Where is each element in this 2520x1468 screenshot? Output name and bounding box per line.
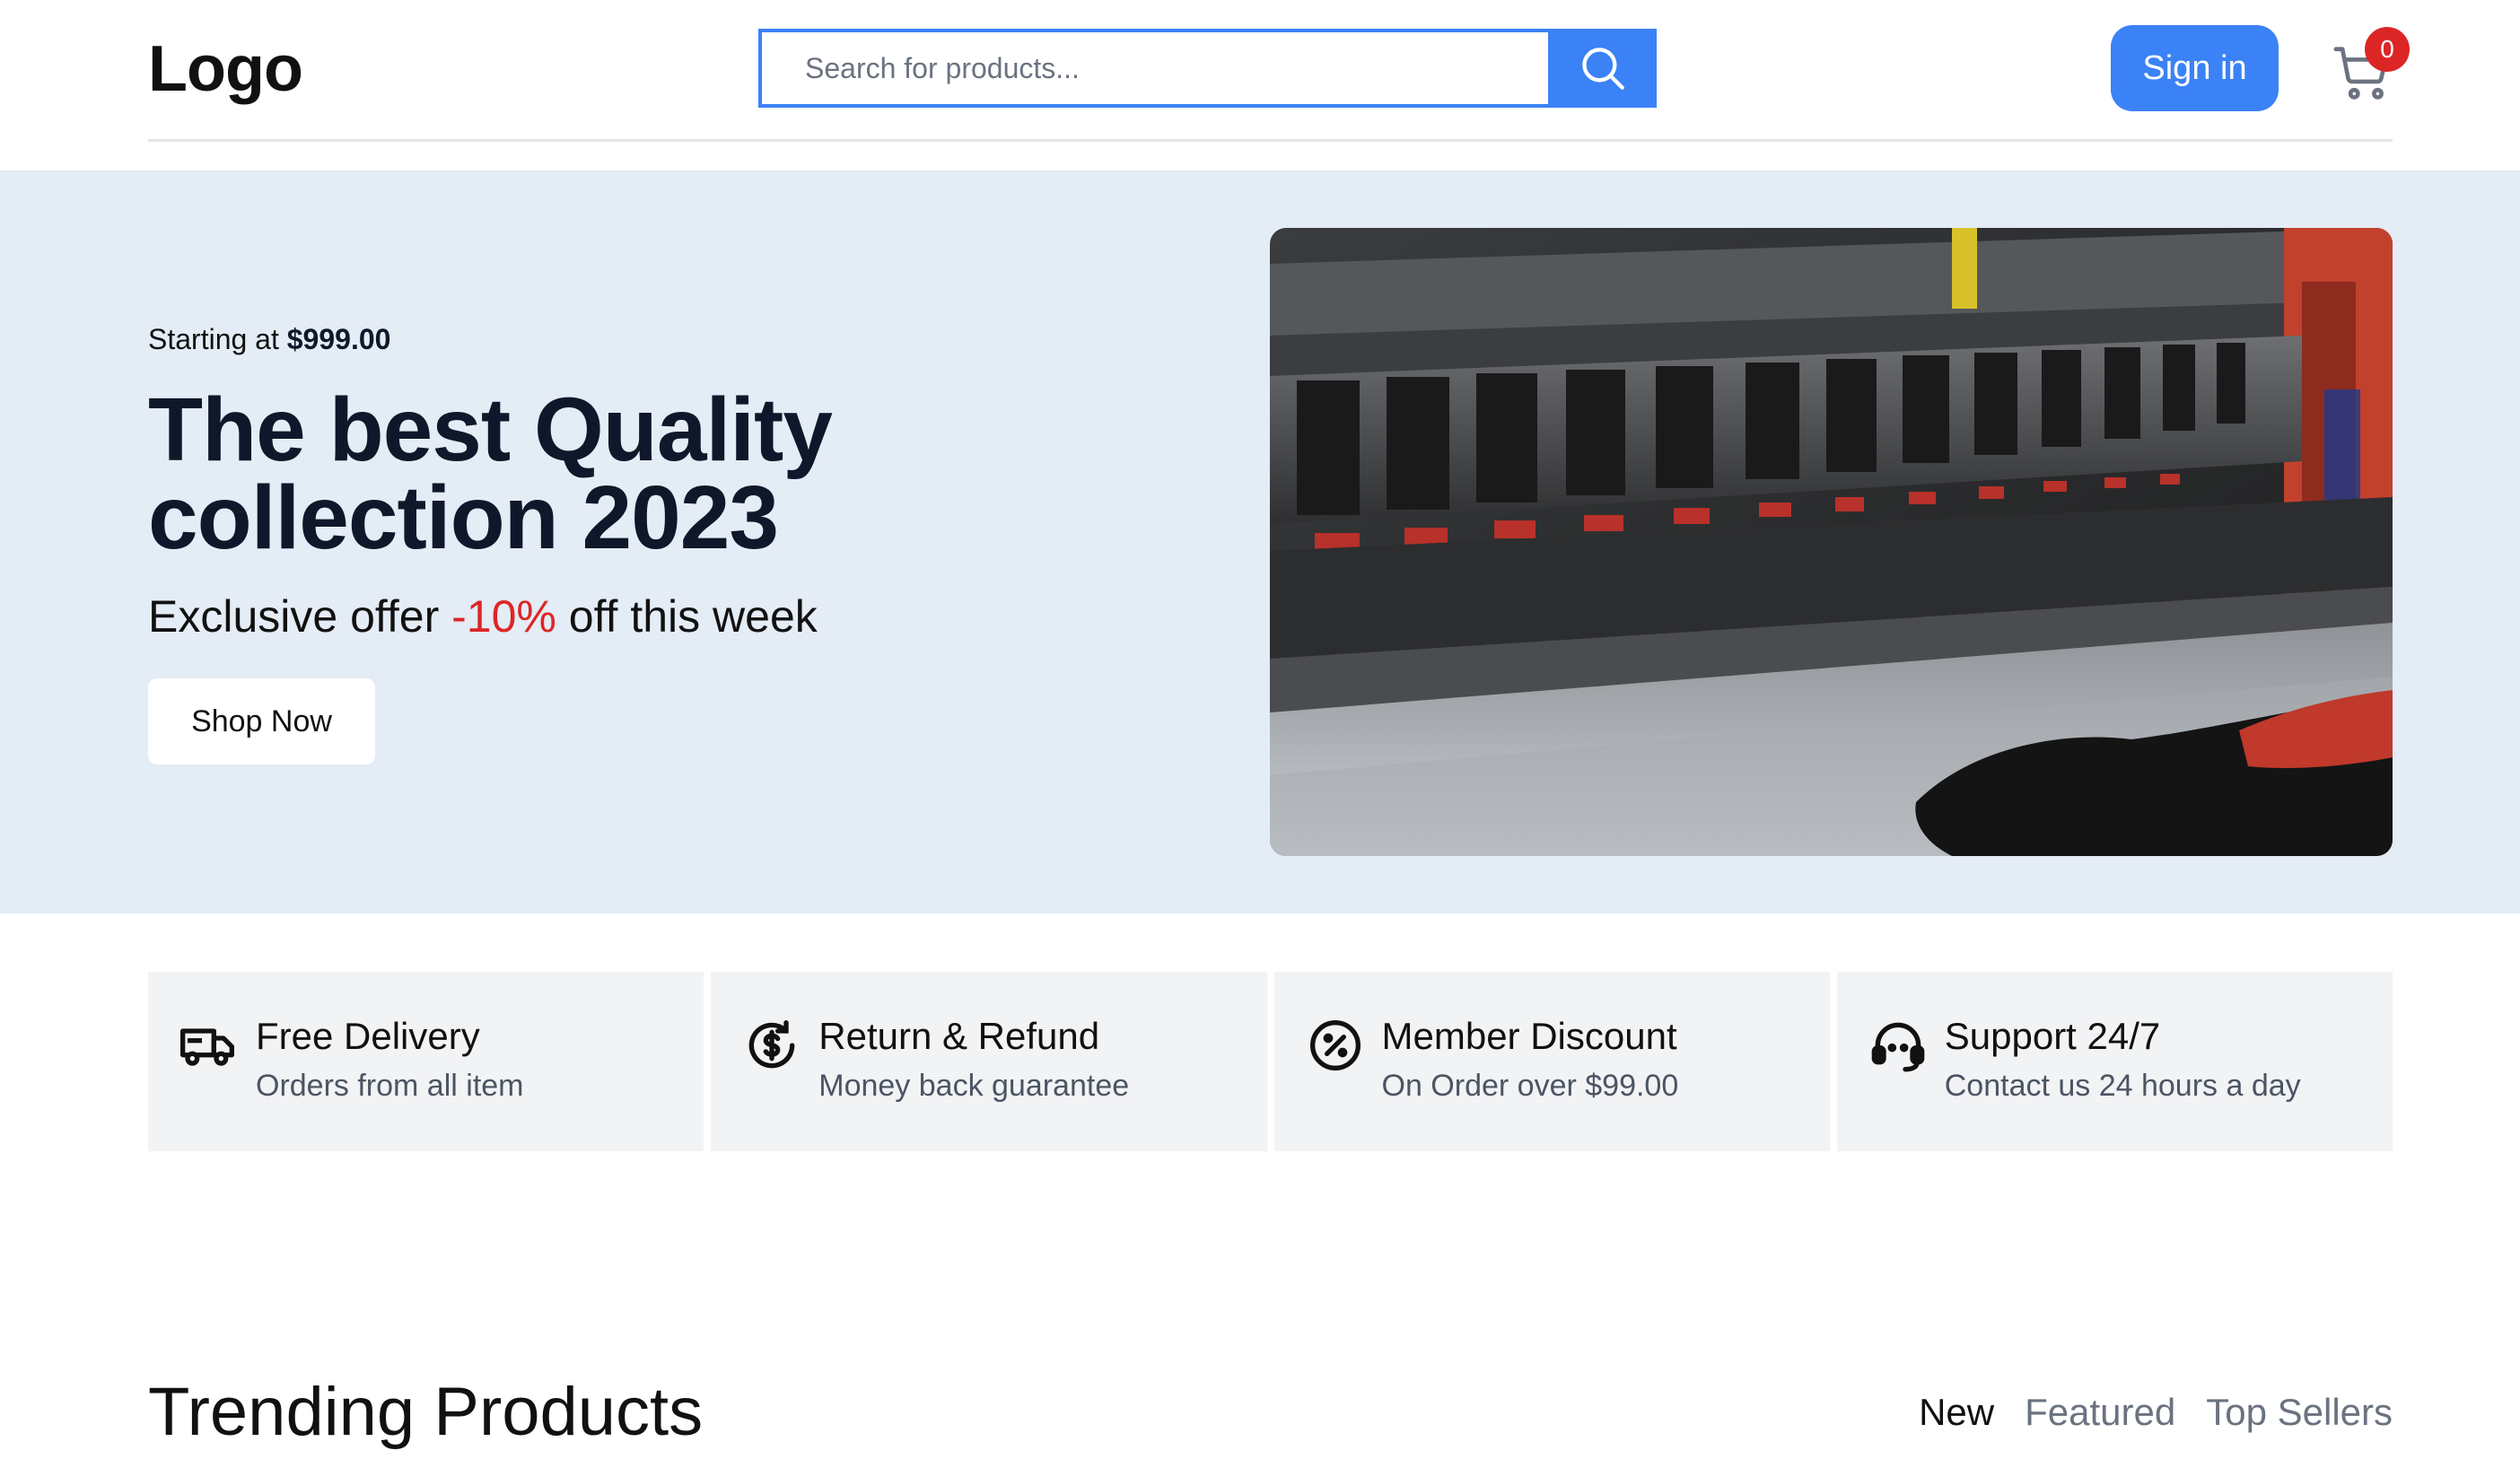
tab-top-sellers[interactable]: Top Sellers [2206,1391,2393,1434]
shop-now-button[interactable]: Shop Now [148,678,375,765]
hero-title: The best Quality collection 2023 [148,380,833,568]
hero-banner: Starting at $999.00 The best Quality col… [0,170,2520,913]
logo[interactable]: Logo [148,32,303,106]
hero-offer-after: off this week [568,591,818,642]
hero-price: $999.00 [286,323,391,355]
trending-products-title: Trending Products [148,1374,704,1450]
sign-in-button[interactable]: Sign in [2111,25,2279,111]
hero-offer-before: Exclusive offer [148,591,440,642]
refund-icon [748,1020,795,1069]
header-bar: Logo Sign in 0 [148,0,2410,142]
search-button[interactable] [1548,29,1657,108]
hero-price-prefix: Starting at [148,323,279,355]
feature-description: On Order over $99.00 [1381,1069,1679,1103]
feature-title: Member Discount [1381,1015,1677,1057]
feature-description: Orders from all item [256,1069,524,1103]
feature-description: Contact us 24 hours a day [1944,1069,2301,1103]
discount-icon [1309,1020,1361,1070]
search-input[interactable] [758,29,1548,108]
delivery-truck-icon [180,1028,234,1066]
search-bar [758,29,1657,108]
tab-new[interactable]: New [1919,1391,1994,1434]
features-row: Free Delivery Orders from all item Retur… [148,972,2393,1151]
feature-card: Free Delivery Orders from all item [148,972,704,1151]
feature-description: Money back guarantee [818,1069,1130,1103]
cart-button[interactable]: 0 [2331,27,2410,108]
feature-title: Return & Refund [818,1015,1100,1057]
tab-featured[interactable]: Featured [2025,1391,2175,1434]
hero-price-label: Starting at $999.00 [148,323,390,356]
site-header: Logo Sign in 0 [0,0,2520,170]
search-icon [1581,48,1624,90]
hero-offer-discount: -10% [451,591,556,642]
hero-offer: Exclusive offer -10% off this week [148,590,818,642]
product-tabs: New Featured Top Sellers [1919,1391,2393,1434]
feature-card: Support 24/7 Contact us 24 hours a day [1836,972,2393,1151]
feature-card: Return & Refund Money back guarantee [711,972,1267,1151]
feature-title: Free Delivery [256,1015,480,1057]
headset-icon [1871,1022,1925,1072]
feature-card: Member Discount On Order over $99.00 [1273,972,1830,1151]
hero-image [1270,228,2393,856]
feature-title: Support 24/7 [1944,1015,2161,1057]
cart-count-badge: 0 [2365,27,2410,72]
